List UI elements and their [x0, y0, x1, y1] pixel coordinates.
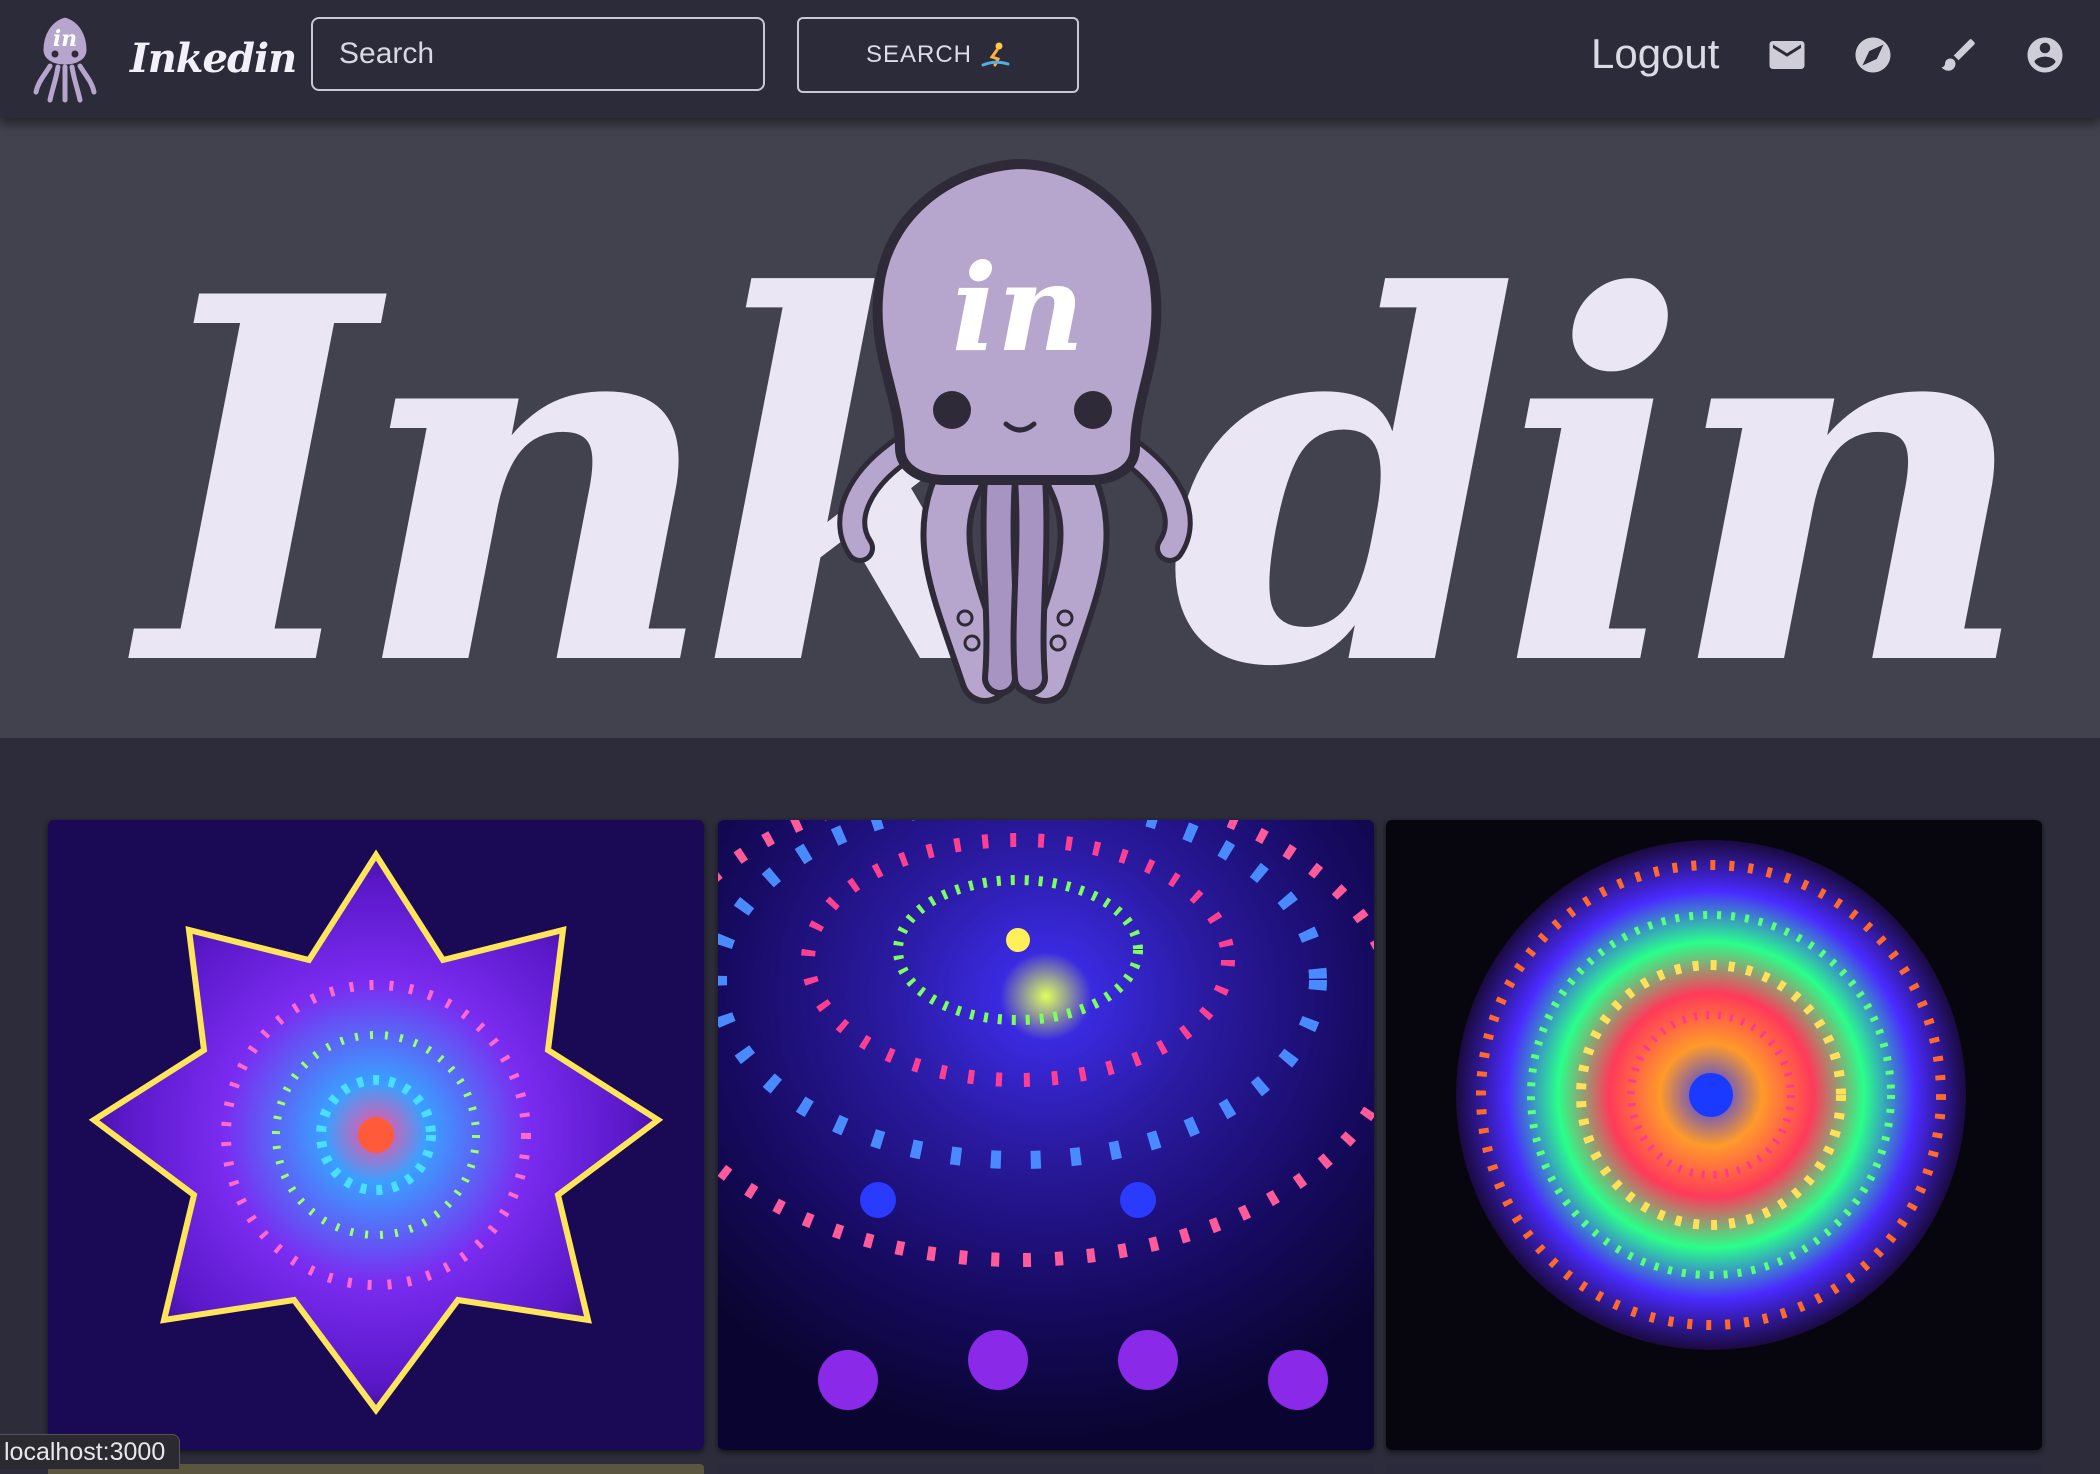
gallery-item-3[interactable] — [1386, 820, 2042, 1450]
mascot-text: in — [952, 238, 1085, 379]
search-input[interactable] — [311, 17, 765, 91]
svg-text:in: in — [53, 26, 77, 52]
squid-logo-icon: in — [33, 14, 97, 103]
neon-geometric-mandala-image — [1386, 820, 2042, 1450]
hero-banner: Ink din in — [0, 118, 2100, 738]
status-bar-url: localhost:3000 — [0, 1434, 181, 1469]
purple-flower-mandala-image — [48, 820, 704, 1450]
mail-icon[interactable] — [1766, 34, 1808, 76]
search-button-label: SEARCH — [865, 41, 973, 68]
glowing-dot-mandala-image — [718, 820, 1374, 1450]
wordmark-right: din — [1170, 189, 2013, 738]
brand-name: Inkedin — [130, 34, 297, 82]
gallery-item-2[interactable] — [718, 820, 1374, 1450]
surfer-icon — [981, 42, 1010, 67]
artwork-gallery — [0, 738, 2100, 1474]
top-navigation-bar: in Inkedin SEARCH Logout — [0, 0, 2100, 118]
next-row-preview — [1386, 1464, 2042, 1474]
gallery-item-1[interactable] — [48, 820, 704, 1450]
inkedin-wordmark-logo: Ink din in — [124, 158, 2033, 738]
brand-home-link[interactable]: in Inkedin — [30, 10, 297, 106]
search-button[interactable]: SEARCH — [797, 17, 1079, 93]
logout-link[interactable]: Logout — [1591, 30, 1719, 78]
compass-icon[interactable] — [1852, 34, 1894, 76]
account-circle-icon[interactable] — [2024, 34, 2066, 76]
brush-icon[interactable] — [1938, 34, 1980, 76]
next-row-preview — [718, 1464, 1374, 1474]
